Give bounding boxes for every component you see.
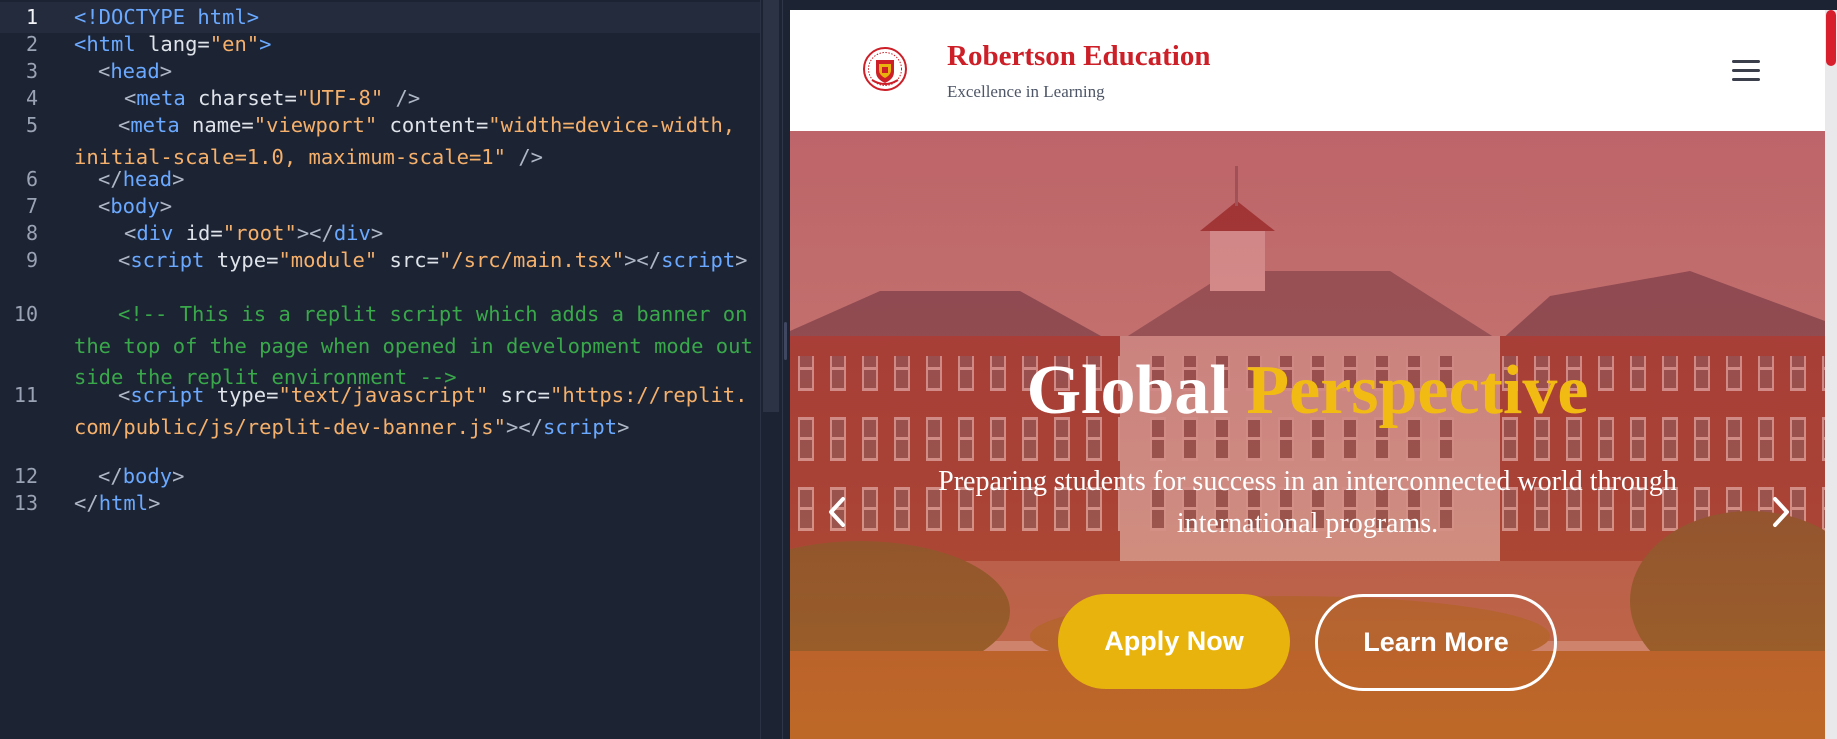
code-text: </html> xyxy=(74,488,756,520)
line-number: 13 xyxy=(13,491,38,515)
line-number: 5 xyxy=(25,113,38,137)
code-token: meta xyxy=(130,113,180,137)
code-token: "text/javascript" xyxy=(278,383,489,407)
code-token: script xyxy=(130,248,205,272)
code-token: "root" xyxy=(222,221,297,245)
code-token: id= xyxy=(173,221,223,245)
code-token: body xyxy=(122,464,173,488)
webview-preview: Robertson Education Excellence in Learni… xyxy=(790,0,1837,739)
code-token: script xyxy=(661,248,736,272)
brand-name[interactable]: Robertson Education xyxy=(947,40,1210,73)
code-token: > xyxy=(624,248,637,272)
code-token: "module" xyxy=(278,248,378,272)
code-token: type= xyxy=(204,248,279,272)
code-token: "en" xyxy=(209,32,260,56)
code-token: meta xyxy=(136,86,186,110)
code-token: lang= xyxy=(135,32,210,56)
code-token: <!-- This is a replit script which adds … xyxy=(74,302,760,389)
code-token: head xyxy=(122,167,173,191)
code-text: <script type="text/javascript" src="http… xyxy=(74,380,756,443)
code-token: > xyxy=(148,491,161,515)
code-token: > xyxy=(259,32,272,56)
hero-subtitle: Preparing students for success in an int… xyxy=(938,466,1677,539)
code-token: "UTF-8" xyxy=(296,86,384,110)
code-token: < xyxy=(118,383,131,407)
hero-title: Global Perspective xyxy=(790,351,1825,431)
code-token: < xyxy=(124,221,137,245)
hamburger-menu-icon[interactable] xyxy=(1730,56,1762,84)
site-navbar: Robertson Education Excellence in Learni… xyxy=(790,10,1825,131)
code-token: < xyxy=(118,113,131,137)
code-token: > xyxy=(735,248,748,272)
code-token: > xyxy=(172,464,185,488)
code-token: div xyxy=(136,221,174,245)
code-token: script xyxy=(130,383,205,407)
code-text: <script type="module" src="/src/main.tsx… xyxy=(74,245,756,277)
preview-scrollbar-track[interactable] xyxy=(1825,10,1837,739)
splitter-grip-handle[interactable] xyxy=(784,322,787,360)
code-token: div xyxy=(333,221,371,245)
code-token: > xyxy=(370,221,384,245)
chevron-right-icon[interactable] xyxy=(1760,487,1800,537)
code-token: name= xyxy=(179,113,254,137)
code-token: ></ xyxy=(505,414,544,439)
code-token: charset= xyxy=(185,86,297,110)
preview-top-bar xyxy=(790,0,1837,10)
code-line[interactable]: 11 <script type="text/javascript" src="ht… xyxy=(0,380,760,465)
code-token: > xyxy=(617,414,630,439)
apply-now-button[interactable]: Apply Now xyxy=(1058,594,1290,689)
code-token: script xyxy=(543,414,618,439)
preview-scrollbar-thumb[interactable] xyxy=(1826,10,1836,66)
code-token: > xyxy=(172,167,185,191)
code-token: < xyxy=(124,86,137,110)
school-crest-logo[interactable] xyxy=(862,46,908,92)
editor-scrollbar-thumb[interactable] xyxy=(763,0,779,412)
code-line[interactable]: 13 </html> xyxy=(0,488,760,519)
code-token: head xyxy=(110,59,160,83)
line-number: 11 xyxy=(13,383,38,407)
code-token: <!DOCTYPE html> xyxy=(74,5,260,29)
code-token: </ xyxy=(98,464,123,488)
code-token: ></ xyxy=(296,221,334,245)
code-token: > xyxy=(159,194,173,218)
code-token: < xyxy=(98,59,111,83)
code-token: /> xyxy=(383,86,421,110)
code-token: html xyxy=(98,491,149,515)
code-token: "/src/main.tsx" xyxy=(438,248,625,272)
brand-tagline: Excellence in Learning xyxy=(947,82,1105,101)
code-token: </ xyxy=(636,248,662,272)
code-editor[interactable]: 1 <!DOCTYPE html> 2 <html lang="en"> 3 <head>… xyxy=(0,0,760,739)
code-token: </ xyxy=(74,491,99,515)
hero-color-overlay xyxy=(790,131,1825,739)
code-token: < xyxy=(118,248,131,272)
code-line[interactable]: 9 <script type="module" src="/src/main.ts… xyxy=(0,245,760,303)
code-token: src= xyxy=(488,383,551,407)
code-token: content= xyxy=(377,113,489,137)
code-token: type= xyxy=(204,383,279,407)
website-page: Robertson Education Excellence in Learni… xyxy=(790,10,1825,739)
code-token: <html xyxy=(74,32,136,56)
code-token: "viewport" xyxy=(253,113,378,137)
code-token: body xyxy=(110,194,160,218)
chevron-left-icon[interactable] xyxy=(818,487,858,537)
code-token: src= xyxy=(377,248,439,272)
code-line[interactable]: 5 <meta name="viewport" content="width=de… xyxy=(0,110,760,169)
learn-more-button[interactable]: Learn More xyxy=(1315,594,1557,691)
hero-title-highlight: Perspective xyxy=(1246,352,1589,429)
line-number: 10 xyxy=(13,302,38,326)
line-number: 9 xyxy=(25,248,38,272)
code-token: </ xyxy=(98,167,123,191)
hero-title-main: Global xyxy=(1026,352,1229,429)
code-token: > xyxy=(159,59,173,83)
code-line[interactable]: 10 <!-- This is a replit script which add… xyxy=(0,299,760,389)
code-token: < xyxy=(98,194,111,218)
hero-carousel: Global Perspective Preparing students fo… xyxy=(790,131,1825,739)
